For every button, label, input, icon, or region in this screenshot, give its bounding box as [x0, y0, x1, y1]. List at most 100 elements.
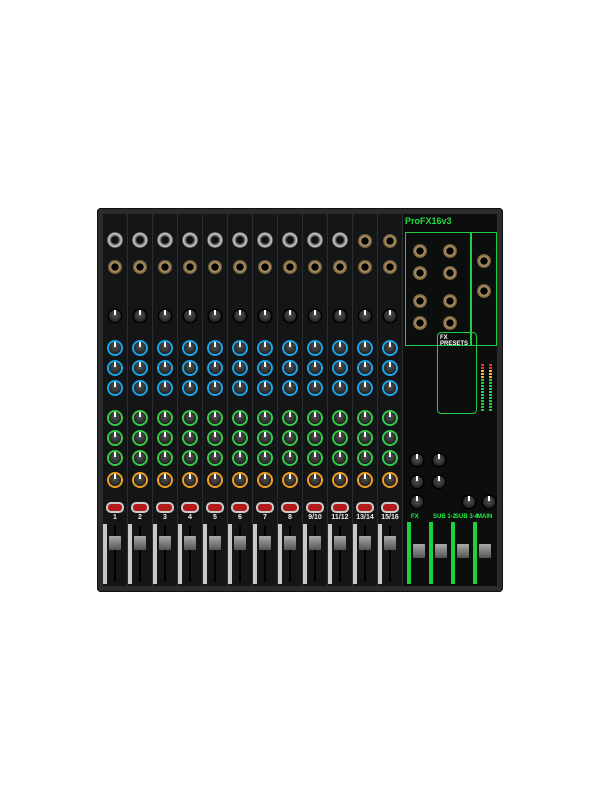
channel-fader[interactable]	[184, 536, 196, 550]
output-jack[interactable]	[413, 316, 427, 330]
knob[interactable]	[184, 342, 196, 354]
mute-button[interactable]	[283, 504, 297, 511]
knob[interactable]	[259, 452, 271, 464]
xlr-input-icon[interactable]	[307, 232, 323, 248]
xlr-input-icon[interactable]	[182, 232, 198, 248]
xlr-input-icon[interactable]	[332, 232, 348, 248]
knob[interactable]	[134, 362, 146, 374]
knob[interactable]	[234, 432, 246, 444]
knob[interactable]	[259, 412, 271, 424]
knob[interactable]	[284, 432, 296, 444]
knob[interactable]	[184, 474, 196, 486]
knob[interactable]	[209, 310, 221, 322]
knob[interactable]	[209, 432, 221, 444]
knob[interactable]	[109, 474, 121, 486]
insert-jack[interactable]	[158, 260, 172, 274]
knob[interactable]	[359, 342, 371, 354]
knob[interactable]	[159, 412, 171, 424]
knob[interactable]	[334, 342, 346, 354]
knob[interactable]	[184, 310, 196, 322]
knob[interactable]	[334, 382, 346, 394]
knob[interactable]	[309, 432, 321, 444]
knob[interactable]	[384, 452, 396, 464]
knob[interactable]	[259, 362, 271, 374]
knob[interactable]	[334, 432, 346, 444]
knob[interactable]	[309, 382, 321, 394]
mute-button[interactable]	[333, 504, 347, 511]
mute-button[interactable]	[358, 504, 372, 511]
knob[interactable]	[259, 474, 271, 486]
mute-button[interactable]	[233, 504, 247, 511]
knob[interactable]	[234, 342, 246, 354]
insert-jack[interactable]	[308, 260, 322, 274]
knob[interactable]	[334, 452, 346, 464]
master-knob[interactable]	[483, 496, 495, 508]
master-knob[interactable]	[433, 454, 445, 466]
knob[interactable]	[234, 362, 246, 374]
knob[interactable]	[284, 474, 296, 486]
knob[interactable]	[309, 342, 321, 354]
output-jack[interactable]	[443, 294, 457, 308]
knob[interactable]	[234, 310, 246, 322]
channel-fader[interactable]	[159, 536, 171, 550]
knob[interactable]	[384, 474, 396, 486]
output-jack[interactable]	[443, 316, 457, 330]
knob[interactable]	[284, 310, 296, 322]
output-jack[interactable]	[413, 244, 427, 258]
xlr-input-icon[interactable]	[207, 232, 223, 248]
mute-button[interactable]	[383, 504, 397, 511]
knob[interactable]	[159, 474, 171, 486]
knob[interactable]	[359, 362, 371, 374]
knob[interactable]	[134, 382, 146, 394]
master-fader[interactable]	[457, 544, 469, 558]
knob[interactable]	[184, 452, 196, 464]
insert-jack[interactable]	[208, 260, 222, 274]
channel-fader[interactable]	[284, 536, 296, 550]
channel-fader[interactable]	[209, 536, 221, 550]
knob[interactable]	[384, 310, 396, 322]
insert-jack[interactable]	[258, 260, 272, 274]
channel-fader[interactable]	[334, 536, 346, 550]
knob[interactable]	[134, 310, 146, 322]
master-fader[interactable]	[435, 544, 447, 558]
mute-button[interactable]	[133, 504, 147, 511]
knob[interactable]	[109, 362, 121, 374]
knob[interactable]	[359, 432, 371, 444]
knob[interactable]	[159, 432, 171, 444]
xlr-input-icon[interactable]	[157, 232, 173, 248]
xlr-input-icon[interactable]	[107, 232, 123, 248]
knob[interactable]	[134, 452, 146, 464]
knob[interactable]	[384, 382, 396, 394]
knob[interactable]	[309, 310, 321, 322]
knob[interactable]	[359, 412, 371, 424]
insert-jack[interactable]	[383, 260, 397, 274]
knob[interactable]	[234, 452, 246, 464]
knob[interactable]	[134, 432, 146, 444]
knob[interactable]	[309, 474, 321, 486]
knob[interactable]	[159, 310, 171, 322]
knob[interactable]	[334, 474, 346, 486]
output-jack[interactable]	[443, 266, 457, 280]
line-input-jack[interactable]	[383, 234, 397, 248]
mute-button[interactable]	[158, 504, 172, 511]
channel-fader[interactable]	[234, 536, 246, 550]
knob[interactable]	[284, 342, 296, 354]
knob[interactable]	[209, 474, 221, 486]
knob[interactable]	[284, 362, 296, 374]
knob[interactable]	[134, 412, 146, 424]
knob[interactable]	[134, 342, 146, 354]
master-knob[interactable]	[433, 476, 445, 488]
channel-fader[interactable]	[109, 536, 121, 550]
knob[interactable]	[334, 412, 346, 424]
knob[interactable]	[109, 412, 121, 424]
knob[interactable]	[184, 432, 196, 444]
channel-fader[interactable]	[134, 536, 146, 550]
knob[interactable]	[334, 310, 346, 322]
channel-fader[interactable]	[259, 536, 271, 550]
xlr-input-icon[interactable]	[132, 232, 148, 248]
knob[interactable]	[284, 382, 296, 394]
knob[interactable]	[309, 362, 321, 374]
knob[interactable]	[384, 362, 396, 374]
master-fader[interactable]	[413, 544, 425, 558]
insert-jack[interactable]	[108, 260, 122, 274]
